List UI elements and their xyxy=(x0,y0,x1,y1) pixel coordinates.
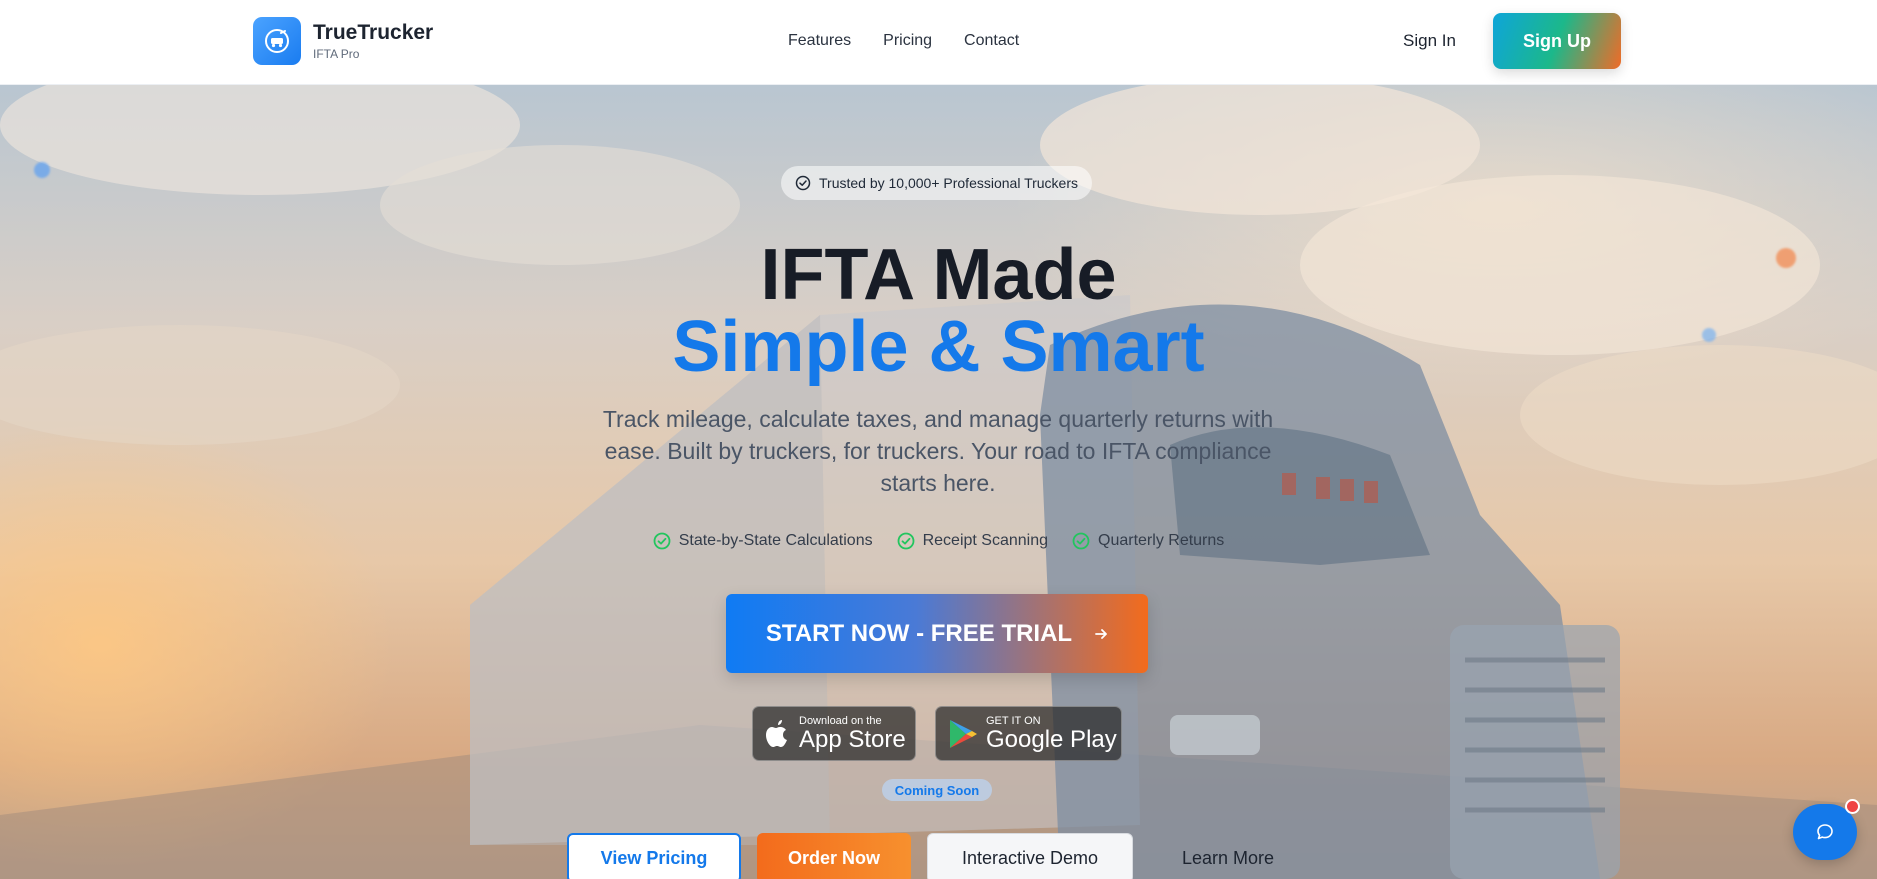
app-store-small: Download on the xyxy=(799,714,882,727)
check-circle-icon xyxy=(653,532,671,550)
feature-item: Quarterly Returns xyxy=(1072,532,1224,550)
apple-icon xyxy=(766,719,787,747)
google-play-button[interactable]: GET IT ON Google Play xyxy=(935,706,1122,761)
chat-icon xyxy=(1817,824,1833,840)
feature-label: Receipt Scanning xyxy=(922,532,1049,549)
hero-section: Trusted by 10,000+ Professional Truckers… xyxy=(0,85,1877,879)
hero-title-line2: Simple & Smart xyxy=(672,307,1205,387)
truck-icon xyxy=(265,29,289,53)
decorative-dot-blue xyxy=(34,162,50,178)
logo[interactable] xyxy=(253,17,301,65)
arrow-right-icon xyxy=(1095,628,1107,639)
google-play-small: GET IT ON xyxy=(986,714,1041,727)
hero-description: Track mileage, calculate taxes, and mana… xyxy=(602,406,1274,496)
learn-more-button[interactable]: Learn More xyxy=(1150,833,1306,879)
sign-in-link[interactable]: Sign In xyxy=(1403,30,1456,52)
trust-badge: Trusted by 10,000+ Professional Truckers xyxy=(781,166,1092,200)
check-circle-icon xyxy=(795,175,811,191)
play-store-icon xyxy=(950,719,977,748)
cta-label: START NOW - FREE TRIAL xyxy=(765,619,1073,647)
feature-list: State-by-State Calculations Receipt Scan… xyxy=(0,532,1877,550)
brand-name: TrueTrucker xyxy=(313,21,434,44)
app-store-text: Download on the App Store xyxy=(799,715,906,753)
check-circle-icon xyxy=(1072,532,1090,550)
coming-soon-badge: Coming Soon xyxy=(882,779,992,801)
start-free-trial-button[interactable]: START NOW - FREE TRIAL xyxy=(726,594,1148,673)
feature-label: State-by-State Calculations xyxy=(678,532,873,549)
google-play-big: Google Play xyxy=(986,725,1117,753)
feature-item: Receipt Scanning xyxy=(897,532,1048,550)
nav-contact[interactable]: Contact xyxy=(964,30,1019,52)
notification-dot xyxy=(1845,799,1860,814)
nav-features[interactable]: Features xyxy=(788,30,851,52)
feature-label: Quarterly Returns xyxy=(1098,532,1225,549)
hero-title-line1: IFTA Made xyxy=(760,235,1117,315)
header: TrueTrucker IFTA Pro Features Pricing Co… xyxy=(0,0,1877,85)
main-nav: Features Pricing Contact xyxy=(788,30,1019,52)
check-circle-icon xyxy=(897,532,914,550)
brand[interactable]: TrueTrucker IFTA Pro xyxy=(313,20,433,62)
interactive-demo-button[interactable]: Interactive Demo xyxy=(927,833,1133,879)
app-store-big: App Store xyxy=(799,725,906,753)
nav-pricing[interactable]: Pricing xyxy=(883,30,932,52)
view-pricing-button[interactable]: View Pricing xyxy=(567,833,741,879)
brand-subtitle: IFTA Pro xyxy=(313,47,360,61)
feature-item: State-by-State Calculations xyxy=(653,532,873,550)
order-now-button[interactable]: Order Now xyxy=(757,833,911,879)
trust-badge-text: Trusted by 10,000+ Professional Truckers xyxy=(819,175,1078,191)
sign-up-button[interactable]: Sign Up xyxy=(1493,13,1621,69)
app-store-button[interactable]: Download on the App Store xyxy=(752,706,916,761)
google-play-text: GET IT ON Google Play xyxy=(986,715,1117,753)
